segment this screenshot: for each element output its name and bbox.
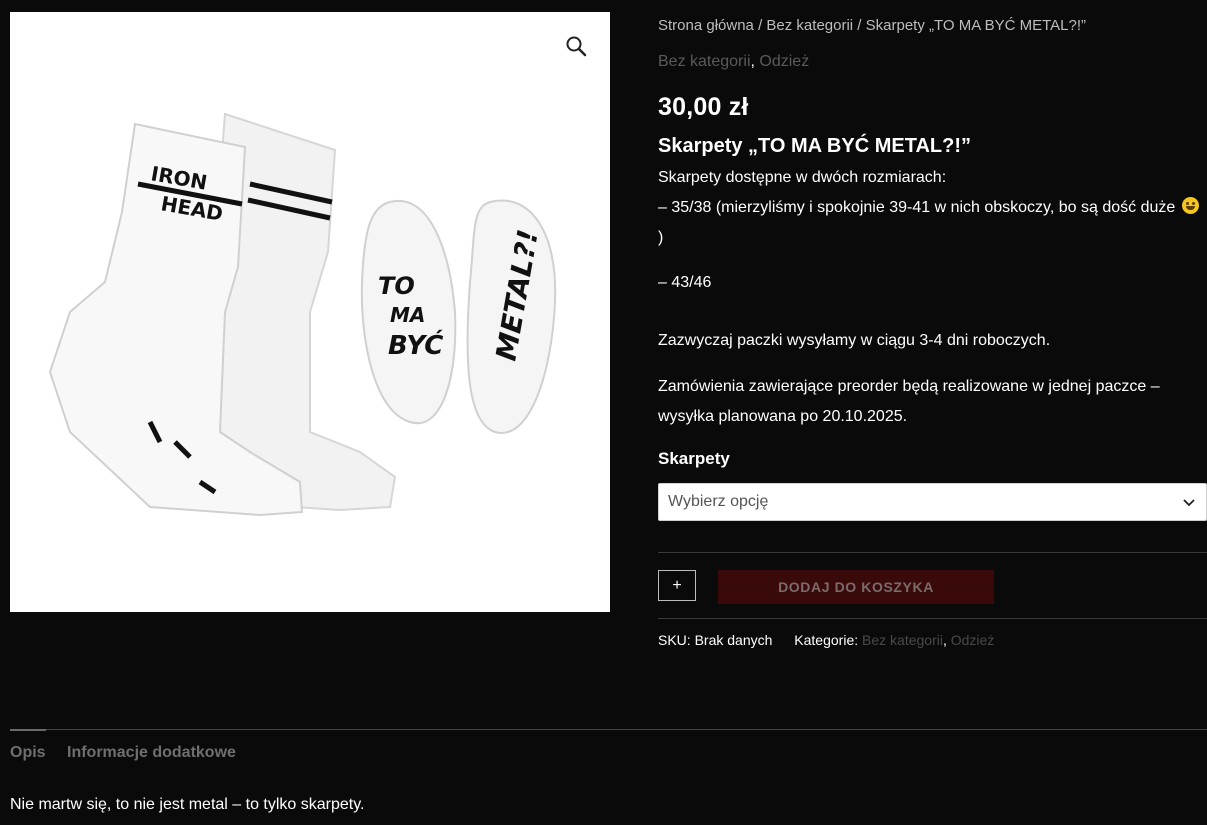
zoom-icon[interactable] bbox=[564, 34, 588, 58]
description-size-1: – 35/38 (mierzyliśmy i spokojnie 39-41 w… bbox=[658, 199, 1176, 216]
product-meta: SKU: Brak danych Kategorie: Bez kategori… bbox=[658, 632, 994, 648]
product-image[interactable]: IRON HEAD TO MA BYĆ METAL?! bbox=[10, 12, 610, 612]
breadcrumb: Strona główna / Bez kategorii / Skarpety… bbox=[658, 17, 1086, 34]
description-size-2: – 43/46 bbox=[658, 274, 712, 291]
breadcrumb-current: Skarpety „TO MA BYĆ METAL?!” bbox=[865, 17, 1086, 34]
variation-label: Skarpety bbox=[658, 449, 730, 468]
sole-print-to: TO bbox=[378, 272, 415, 300]
description-preorder: Zamówienia zawierające preorder będą rea… bbox=[658, 378, 1160, 425]
chevron-down-icon bbox=[1183, 499, 1195, 507]
description-shipping: Zazwyczaj paczki wysyłamy w ciągu 3-4 dn… bbox=[658, 332, 1051, 349]
meta-category-link-uncategorized[interactable]: Bez kategorii bbox=[862, 632, 943, 648]
category-separator: , bbox=[750, 53, 755, 70]
grinning-face-icon bbox=[1181, 197, 1199, 214]
category-link-clothing[interactable]: Odzież bbox=[759, 53, 809, 70]
product-short-description: Skarpety dostępne w dwóch rozmiarach: – … bbox=[658, 163, 1203, 432]
tab-description[interactable]: Opis bbox=[10, 744, 46, 762]
product-gallery: IRON HEAD TO MA BYĆ METAL?! bbox=[10, 12, 610, 612]
divider bbox=[658, 552, 1207, 553]
breadcrumb-category[interactable]: Bez kategorii bbox=[766, 17, 853, 34]
tabs-divider bbox=[46, 729, 1207, 730]
meta-category-link-clothing[interactable]: Odzież bbox=[951, 632, 995, 648]
category-link-uncategorized[interactable]: Bez kategorii bbox=[658, 53, 751, 70]
variation-select[interactable]: Wybierz opcję bbox=[658, 483, 1207, 521]
product-price: 30,00 zł bbox=[658, 93, 749, 121]
categories-label: Kategorie: bbox=[794, 632, 859, 648]
tab-panel-description: Nie martw się, to nie jest metal – to ty… bbox=[10, 796, 365, 813]
tab-additional-information[interactable]: Informacje dodatkowe bbox=[67, 744, 236, 762]
active-tab-indicator bbox=[10, 729, 46, 731]
description-line: Skarpety dostępne w dwóch rozmiarach: bbox=[658, 169, 947, 186]
quantity-plus-button[interactable]: + bbox=[658, 570, 696, 601]
description-paren: ) bbox=[658, 229, 664, 246]
variation-selected-value: Wybierz opcję bbox=[668, 493, 769, 510]
sole-print-ma: MA bbox=[390, 303, 425, 327]
divider bbox=[658, 618, 1207, 619]
breadcrumb-separator: / bbox=[753, 17, 767, 34]
breadcrumb-separator: / bbox=[853, 17, 866, 34]
sku-label: SKU: bbox=[658, 632, 691, 648]
sku-value: Brak danych bbox=[694, 632, 773, 648]
product-categories: Bez kategorii, Odzież bbox=[658, 53, 809, 71]
category-separator: , bbox=[942, 632, 947, 648]
sole-print-byc: BYĆ bbox=[388, 329, 443, 361]
description-line: – 35/38 (mierzyliśmy i spokojnie 39-41 w… bbox=[658, 193, 1203, 253]
breadcrumb-home[interactable]: Strona główna bbox=[658, 17, 754, 34]
product-title: Skarpety „TO MA BYĆ METAL?!” bbox=[658, 135, 971, 157]
add-to-cart-button[interactable]: DODAJ DO KOSZYKA bbox=[718, 570, 994, 604]
